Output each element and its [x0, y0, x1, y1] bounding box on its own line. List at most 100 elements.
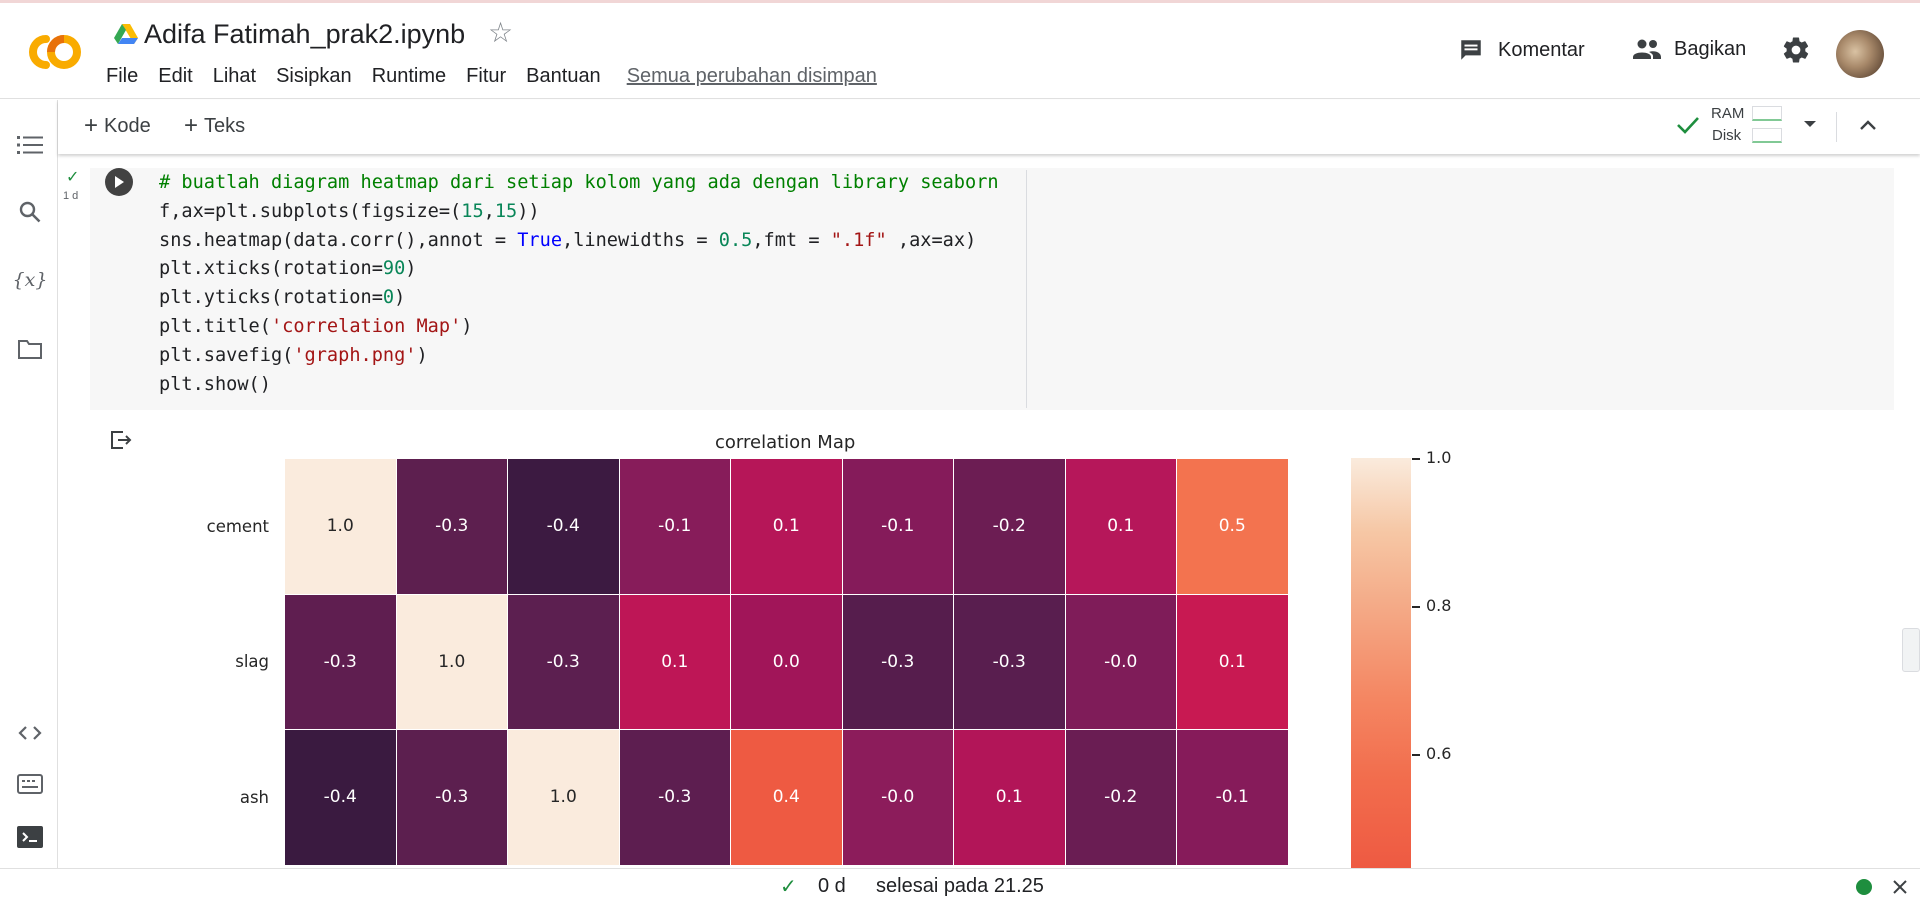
- heatmap-cell: 1.0: [396, 594, 508, 730]
- connection-status-dot: [1856, 879, 1872, 895]
- colorbar-tick-label: 0.6: [1426, 744, 1452, 763]
- menu-help[interactable]: Bantuan: [526, 65, 601, 88]
- heatmap-cell: -0.3: [396, 459, 508, 595]
- add-text-label: Teks: [204, 114, 246, 137]
- code-editor-divider: [1026, 170, 1027, 408]
- colorbar-tick: [1412, 606, 1420, 608]
- run-cell-button[interactable]: [105, 168, 133, 196]
- output-actions-icon[interactable]: [110, 430, 132, 450]
- heatmap-cell: -0.3: [954, 594, 1066, 730]
- heatmap-cell: -0.2: [954, 459, 1066, 595]
- heatmap-cell: 0.1: [1177, 594, 1289, 730]
- files-folder-icon[interactable]: [17, 336, 43, 362]
- heatmap-cell: 1.0: [285, 459, 397, 595]
- heatmap-cell: -0.1: [619, 459, 731, 595]
- heatmap-cell: -0.0: [842, 730, 954, 866]
- heatmap-cell: 0.5: [1177, 459, 1289, 595]
- execution-time: 1 d: [63, 190, 79, 202]
- comment-icon: [1461, 40, 1481, 60]
- heatmap-cell: -0.4: [508, 459, 620, 595]
- add-code-button[interactable]: + Kode: [84, 114, 151, 138]
- code-line: # buatlah diagram heatmap dari setiap ko…: [159, 172, 999, 193]
- plot-title: correlation Map: [715, 432, 856, 453]
- code-line: plt.yticks(rotation=0): [159, 287, 406, 309]
- heatmap-cell: -0.1: [842, 459, 954, 595]
- collapse-chevron-up-icon[interactable]: [1858, 116, 1878, 136]
- menu-edit[interactable]: Edit: [158, 65, 192, 88]
- close-icon[interactable]: [1892, 879, 1908, 895]
- colorbar-tick: [1412, 754, 1420, 756]
- heatmap-cell: -0.3: [508, 594, 620, 730]
- star-icon[interactable]: ☆: [488, 19, 513, 47]
- heatmap-cell: -0.0: [1065, 594, 1177, 730]
- share-label: Bagikan: [1674, 37, 1747, 60]
- colorbar-tick-label: 1.0: [1426, 448, 1452, 467]
- plus-icon: +: [84, 112, 99, 139]
- menu-runtime[interactable]: Runtime: [372, 65, 446, 88]
- toolbar-divider: [1836, 112, 1837, 142]
- heatmap-row-label: slag: [235, 652, 269, 672]
- code-snippets-icon[interactable]: [17, 720, 43, 746]
- variables-icon[interactable]: {x}: [13, 267, 48, 293]
- heatmap-row-label: ash: [239, 787, 269, 807]
- disk-usage-bar: [1752, 128, 1782, 143]
- heatmap-cell: 0.1: [731, 459, 843, 595]
- heatmap-cell: -0.3: [619, 730, 731, 866]
- notebook-toolbar: + Kode + Teks: [58, 100, 1920, 154]
- people-icon: [1633, 39, 1661, 59]
- colab-logo[interactable]: [22, 31, 84, 73]
- share-button[interactable]: Bagikan: [1632, 37, 1746, 61]
- menu-insert[interactable]: Sisipkan: [276, 65, 352, 88]
- status-check-icon: ✓: [780, 876, 797, 898]
- status-elapsed: 0 d: [818, 875, 846, 897]
- heatmap-cell: -0.4: [285, 730, 397, 866]
- google-drive-icon[interactable]: [114, 23, 138, 45]
- colorbar-tick-label: 0.8: [1426, 596, 1452, 615]
- code-line: sns.heatmap(data.corr(),annot = True,lin…: [159, 229, 977, 251]
- header: Adifa Fatimah_prak2.ipynb ☆ File Edit Li…: [0, 3, 1920, 99]
- menu-file[interactable]: File: [106, 65, 138, 88]
- status-bar: ✓ 0 d selesai pada 21.25: [0, 868, 1920, 904]
- ram-disk-indicator[interactable]: RAM Disk: [1676, 103, 1816, 149]
- command-palette-icon[interactable]: [17, 771, 43, 797]
- notebook-title[interactable]: Adifa Fatimah_prak2.ipynb: [144, 19, 465, 50]
- plus-icon: +: [184, 112, 199, 139]
- status-finished-text: selesai pada 21.25: [876, 875, 1044, 897]
- heatmap-cell: -0.3: [285, 594, 397, 730]
- code-line: f,ax=plt.subplots(figsize=(15,15)): [159, 200, 540, 222]
- settings-gear-icon[interactable]: [1781, 35, 1811, 65]
- ram-label: RAM: [1711, 105, 1745, 122]
- heatmap-cell: -0.2: [1065, 730, 1177, 866]
- heatmap-cell: 0.1: [1065, 459, 1177, 595]
- heatmap-cell: 0.0: [731, 594, 843, 730]
- ram-usage-bar: [1752, 106, 1782, 121]
- heatmap-cell: -0.1: [1177, 730, 1289, 866]
- heatmap-cell: 0.1: [954, 730, 1066, 866]
- heatmap-row-label: cement: [206, 516, 269, 536]
- search-icon[interactable]: [17, 199, 43, 225]
- code-editor[interactable]: # buatlah diagram heatmap dari setiap ko…: [159, 169, 999, 399]
- heatmap-cell: 0.4: [731, 730, 843, 866]
- comment-button[interactable]: Komentar: [1458, 37, 1585, 63]
- colorbar-tick: [1412, 458, 1420, 460]
- disk-label: Disk: [1712, 127, 1742, 144]
- menu-tools[interactable]: Fitur: [466, 65, 506, 88]
- user-avatar[interactable]: [1836, 30, 1884, 78]
- heatmap-cell: -0.3: [842, 594, 954, 730]
- heatmap-cell: -0.3: [396, 730, 508, 866]
- vertical-scrollbar-thumb[interactable]: [1902, 628, 1920, 672]
- saved-status-link[interactable]: Semua perubahan disimpan: [627, 65, 877, 88]
- menu-view[interactable]: Lihat: [213, 65, 256, 88]
- menu-bar: File Edit Lihat Sisipkan Runtime Fitur B…: [106, 65, 897, 88]
- code-line: plt.xticks(rotation=90): [159, 258, 417, 280]
- play-icon: [115, 176, 124, 188]
- table-of-contents-icon[interactable]: [17, 132, 43, 158]
- terminal-icon[interactable]: [17, 824, 43, 850]
- code-line: plt.title('correlation Map'): [159, 315, 473, 337]
- add-text-button[interactable]: + Teks: [184, 114, 245, 138]
- code-line: plt.savefig('graph.png'): [159, 344, 428, 366]
- execution-check-icon: ✓: [66, 169, 80, 186]
- heatmap-cell: 0.1: [619, 594, 731, 730]
- comment-label: Komentar: [1498, 38, 1585, 61]
- dropdown-caret-icon[interactable]: [1803, 119, 1817, 129]
